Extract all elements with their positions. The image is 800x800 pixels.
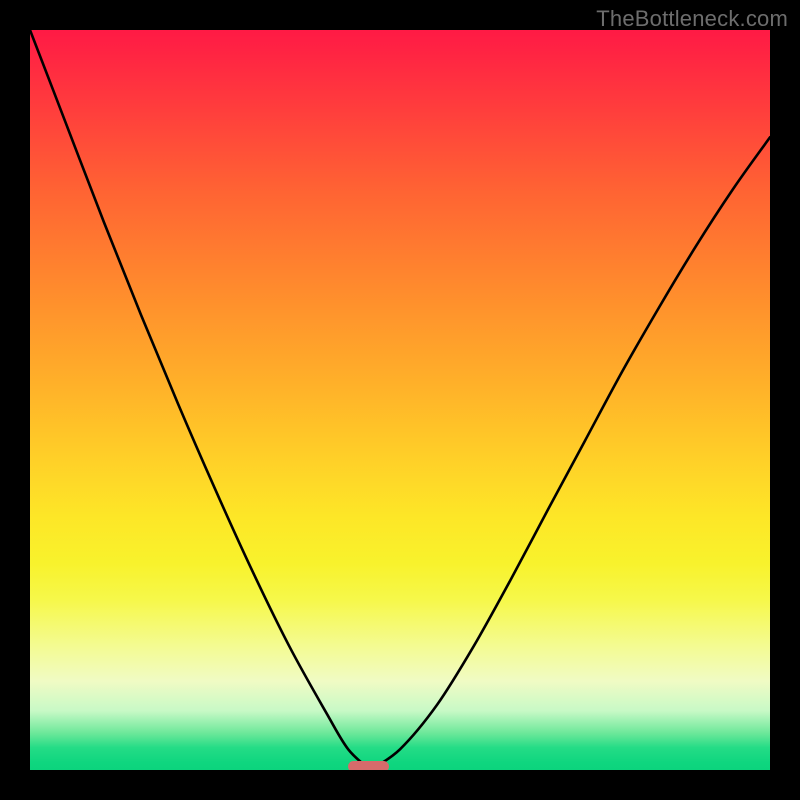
watermark-text: TheBottleneck.com — [596, 6, 788, 32]
chart-plot-area — [30, 30, 770, 770]
chart-curve — [30, 30, 770, 770]
chart-frame: TheBottleneck.com — [0, 0, 800, 800]
chart-curve-path — [30, 30, 770, 770]
chart-min-marker — [348, 761, 389, 770]
